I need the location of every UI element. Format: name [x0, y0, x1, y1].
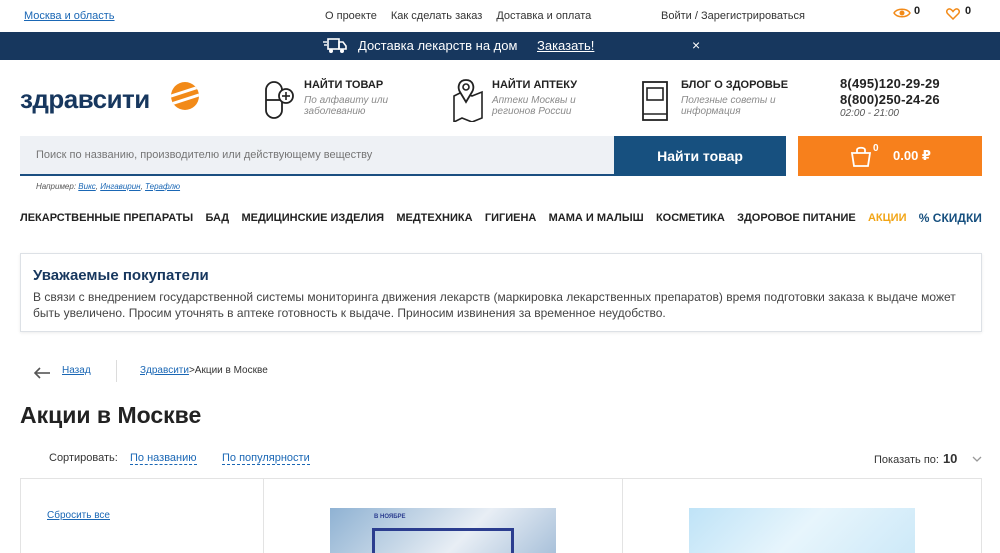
login-link[interactable]: Войти / Зарегистрироваться [661, 10, 805, 22]
top-bar: Москва и область О проекте Как сделать з… [0, 0, 1000, 32]
heart-icon[interactable] [946, 8, 960, 23]
search-examples: Например: Викс, Ингавирин, Терафлю [36, 182, 181, 191]
health-blog-title: БЛОГ О ЗДОРОВЬЕ [681, 79, 789, 91]
health-blog-sub: Полезные советы и информация [681, 95, 776, 117]
promo-image-label: В НОЯБРЕ [374, 514, 406, 520]
breadcrumb-current: Акции в Москве [194, 365, 268, 376]
nav-item-discounts[interactable]: % СКИДКИ [919, 211, 982, 225]
page-size-select[interactable]: Показать по: 10 [874, 451, 982, 466]
find-product-title: НАЙТИ ТОВАР [304, 79, 384, 91]
nav-item-promotions[interactable]: АКЦИИ [868, 212, 907, 224]
eye-icon[interactable] [893, 7, 911, 22]
pill-icon [264, 78, 294, 125]
chevron-down-icon [972, 454, 982, 466]
sort-by-name[interactable]: По названию [130, 452, 197, 465]
page-size-label: Показать по: [874, 454, 939, 466]
delivery-banner: Доставка лекарств на дом Заказать! × [0, 32, 1000, 60]
nav-item-healthy-food[interactable]: ЗДОРОВОЕ ПИТАНИЕ [737, 212, 856, 224]
cart-count: 0 [873, 143, 879, 154]
sort-by-popularity[interactable]: По популярности [222, 452, 310, 465]
search-button[interactable]: Найти товар [614, 136, 786, 176]
map-pin-icon [452, 78, 484, 125]
nav-item-mother-baby[interactable]: МАМА И МАЛЫШ [549, 212, 644, 224]
top-links: О проекте Как сделать заказ Доставка и о… [325, 10, 591, 22]
example-link[interactable]: Ингавирин [100, 182, 140, 191]
notice-text: В связи с внедрением государственной сис… [33, 290, 956, 320]
breadcrumb-home[interactable]: Здравсити [140, 365, 189, 376]
search-box [20, 136, 614, 176]
arrow-left-icon[interactable] [33, 367, 51, 382]
divider [116, 360, 117, 382]
favorites-count: 0 [965, 5, 972, 17]
search-input[interactable] [20, 136, 614, 174]
sort-bar: Сортировать: По названию По популярности [49, 452, 310, 465]
nav-item-medicines[interactable]: ЛЕКАРСТВЕННЫЕ ПРЕПАРАТЫ [20, 212, 193, 224]
examples-label: Например: [36, 182, 77, 191]
book-icon [641, 78, 671, 125]
reset-filters-link[interactable]: Сбросить все [47, 510, 110, 521]
banner-order-link[interactable]: Заказать! [537, 38, 594, 53]
notice-title: Уважаемые покупатели [33, 267, 209, 284]
page-title: Акции в Москве [20, 402, 202, 428]
logo-ball-icon [171, 82, 199, 110]
find-pharmacy-title: НАЙТИ АПТЕКУ [492, 79, 578, 91]
about-link[interactable]: О проекте [325, 10, 377, 22]
work-hours: 02:00 - 21:00 [840, 108, 899, 119]
breadcrumb: Здравсити>Акции в Москве [140, 365, 268, 376]
main-nav: ЛЕКАРСТВЕННЫЕ ПРЕПАРАТЫ БАД МЕДИЦИНСКИЕ … [20, 211, 982, 225]
notice-box: Уважаемые покупатели В связи с внедрение… [20, 253, 982, 332]
promo-image-frame [372, 528, 514, 553]
nav-item-supplements[interactable]: БАД [205, 212, 229, 224]
find-product-sub: По алфавиту или заболеванию [304, 95, 389, 117]
region-link[interactable]: Москва и область [24, 10, 115, 22]
page-size-value: 10 [942, 451, 958, 466]
logo[interactable]: здравсити [20, 84, 150, 115]
promo-image[interactable]: В НОЯБРЕ [330, 508, 556, 553]
nav-item-medical-equipment[interactable]: МЕДТЕХНИКА [396, 212, 472, 224]
shopping-bag-icon [850, 145, 872, 170]
banner-text: Доставка лекарств на дом [358, 38, 518, 53]
contacts: 8(495)120-29-29 8(800)250-24-26 02:00 - … [840, 76, 940, 119]
promo-image[interactable] [689, 508, 915, 553]
nav-item-cosmetics[interactable]: КОСМЕТИКА [656, 212, 725, 224]
back-link[interactable]: Назад [62, 365, 91, 376]
cart-button[interactable]: 0 0.00 ₽ [798, 136, 982, 176]
truck-icon [323, 37, 347, 58]
find-pharmacy-sub: Аптеки Москвы и регионов России [492, 95, 576, 117]
phone-1[interactable]: 8(495)120-29-29 [840, 76, 940, 92]
cart-sum: 0.00 ₽ [893, 148, 931, 163]
nav-item-medical-products[interactable]: МЕДИЦИНСКИЕ ИЗДЕЛИЯ [241, 212, 384, 224]
nav-item-hygiene[interactable]: ГИГИЕНА [485, 212, 537, 224]
sort-label: Сортировать: [49, 452, 118, 464]
delivery-link[interactable]: Доставка и оплата [496, 10, 591, 22]
how-to-order-link[interactable]: Как сделать заказ [391, 10, 482, 22]
example-link[interactable]: Викс [78, 182, 95, 191]
close-icon[interactable]: × [692, 37, 700, 53]
example-link[interactable]: Терафлю [145, 182, 180, 191]
viewed-count: 0 [914, 5, 921, 17]
phone-2[interactable]: 8(800)250-24-26 [840, 92, 940, 108]
